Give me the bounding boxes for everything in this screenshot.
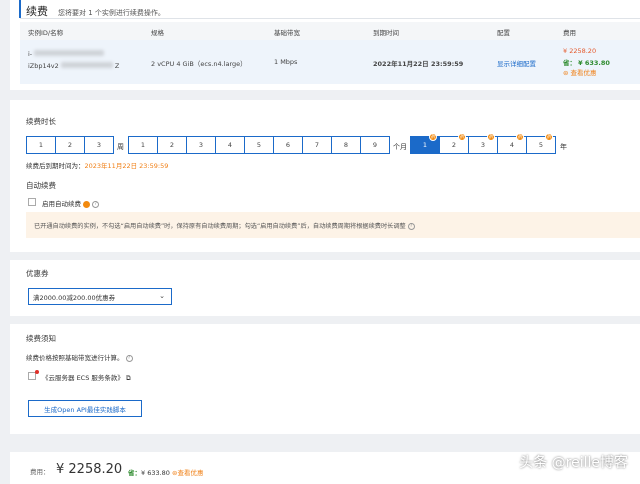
notice-panel: 续费须知 续费价格按照基础带宽进行计算。 ? 《云服务器 ECS 服务条款》 ⧉… <box>10 324 640 434</box>
show-config-link[interactable]: 显示详细配置 <box>497 58 536 68</box>
duration-label: 续费时长 <box>26 117 56 126</box>
col-fee: 费用 <box>563 29 576 37</box>
footer-fee-value: ¥ 2258.20 <box>56 462 123 477</box>
notice-text: 续费价格按照基础带宽进行计算。 <box>26 354 124 362</box>
month-option[interactable]: 9 <box>361 137 389 153</box>
year-option[interactable]: 5折 <box>527 133 555 153</box>
year-option[interactable]: 3折 <box>469 133 498 153</box>
section-accent-bar <box>19 0 21 18</box>
instance-id: i- <box>28 50 33 58</box>
week-option[interactable]: 1 <box>27 137 56 153</box>
month-option[interactable]: 3 <box>187 137 216 153</box>
help-icon[interactable]: ? <box>92 200 100 208</box>
col-instance: 实例ID/名称 <box>28 29 64 37</box>
col-config: 配置 <box>497 29 510 37</box>
week-unit: 周 <box>117 143 124 151</box>
year-option-selected[interactable]: 1折 <box>411 133 440 153</box>
instance-bandwidth: 1 Mbps <box>274 58 298 66</box>
save-label: 省： <box>563 59 576 67</box>
discount-badge-icon: 折 <box>516 133 524 141</box>
auto-renew-label: 自动续费 <box>26 181 56 190</box>
redacted-id <box>34 50 105 56</box>
discount-badge-icon: 折 <box>458 133 466 141</box>
coupon-selected-value: 满2000.00减200.00优惠券 <box>33 293 116 302</box>
discount-badge-icon <box>83 200 91 208</box>
expiry-value: 2023年11月22日 23:59:59 <box>84 162 169 170</box>
year-unit: 年 <box>560 143 567 151</box>
col-expire: 到期时间 <box>373 29 399 37</box>
auto-renew-checkbox[interactable] <box>28 198 36 206</box>
month-option[interactable]: 8 <box>332 137 361 153</box>
required-dot <box>35 370 39 374</box>
table-row: i- iZbp14v2 Z 2 vCPU 4 GiB（ecs.n4.large）… <box>20 40 640 84</box>
month-unit: 个月 <box>393 143 407 151</box>
terms-link[interactable]: 《云服务器 ECS 服务条款》 <box>42 374 124 382</box>
help-icon[interactable]: ? <box>407 222 415 230</box>
discount-badge-icon: 折 <box>545 133 553 141</box>
help-icon[interactable]: ? <box>125 354 133 362</box>
auto-renew-checkbox-label: 启用自动续费 <box>42 200 81 208</box>
footer-save-label: 省： <box>128 469 141 477</box>
redacted-name <box>60 62 113 68</box>
row-price: ¥ 2258.20 <box>563 47 597 55</box>
year-option[interactable]: 2折 <box>440 133 469 153</box>
instance-name: iZbp14v2 <box>28 62 59 70</box>
instance-expire: 2022年11月22日 23:59:59 <box>373 60 464 68</box>
month-option[interactable]: 4 <box>216 137 245 153</box>
instance-spec: 2 vCPU 4 GiB（ecs.n4.large） <box>151 60 247 68</box>
week-option[interactable]: 2 <box>56 137 85 153</box>
coupon-panel: 优惠券 满2000.00减200.00优惠券 ⌄ <box>10 260 640 316</box>
month-option[interactable]: 7 <box>303 137 332 153</box>
discount-icon: ⊜ <box>563 69 569 77</box>
table-header: 实例ID/名称 规格 基础带宽 到期时间 配置 费用 <box>20 22 640 40</box>
discount-badge-icon: 折 <box>487 133 495 141</box>
page-subtitle: 您将要对 1 个实例进行续费操作。 <box>58 9 165 17</box>
month-option[interactable]: 2 <box>158 137 187 153</box>
auto-renew-warning: 已开通自动续费的实例，不勾选“启用自动续费”时，保持原有自动续费周期；勾选“启用… <box>26 212 640 238</box>
col-spec: 规格 <box>151 29 164 37</box>
coupon-label: 优惠券 <box>26 269 49 278</box>
month-option[interactable]: 6 <box>274 137 303 153</box>
month-option[interactable]: 5 <box>245 137 274 153</box>
watermark: 头条 @reille博客 <box>519 455 628 471</box>
year-option[interactable]: 4折 <box>498 133 527 153</box>
discount-badge-icon: 折 <box>429 133 437 141</box>
page-title: 续费 <box>26 5 48 18</box>
coupon-select[interactable]: 满2000.00减200.00优惠券 ⌄ <box>28 288 172 305</box>
generate-api-script-button[interactable]: 生成Open API最佳实践脚本 <box>28 400 142 417</box>
view-discount-link[interactable]: ⊜ 查看优惠 <box>563 67 597 77</box>
external-link-icon: ⧉ <box>125 374 131 382</box>
footer-save-value: ¥ 633.80 <box>141 469 170 477</box>
instance-panel: 续费 您将要对 1 个实例进行续费操作。 实例ID/名称 规格 基础带宽 到期时… <box>10 0 640 90</box>
year-selector: 1折 2折 3折 4折 5折 <box>410 133 556 154</box>
month-option[interactable]: 1 <box>129 137 158 153</box>
notice-label: 续费须知 <box>26 334 56 343</box>
month-selector: 1 2 3 4 5 6 7 8 9 <box>128 136 390 154</box>
save-amount: ¥ 633.80 <box>578 59 610 67</box>
week-selector: 1 2 3 <box>26 136 114 154</box>
week-option[interactable]: 3 <box>85 137 113 153</box>
footer-view-discount-link[interactable]: ⊜查看优惠 <box>172 469 203 477</box>
footer-fee-label: 费用： <box>30 468 50 476</box>
duration-panel: 续费时长 1 2 3 周 1 2 3 4 5 6 7 8 9 个月 1折 2折 … <box>10 100 640 252</box>
chevron-down-icon: ⌄ <box>159 292 165 300</box>
col-bandwidth: 基础带宽 <box>274 29 300 37</box>
expiry-info: 续费后到期时间为：2023年11月22日 23:59:59 <box>26 162 169 170</box>
